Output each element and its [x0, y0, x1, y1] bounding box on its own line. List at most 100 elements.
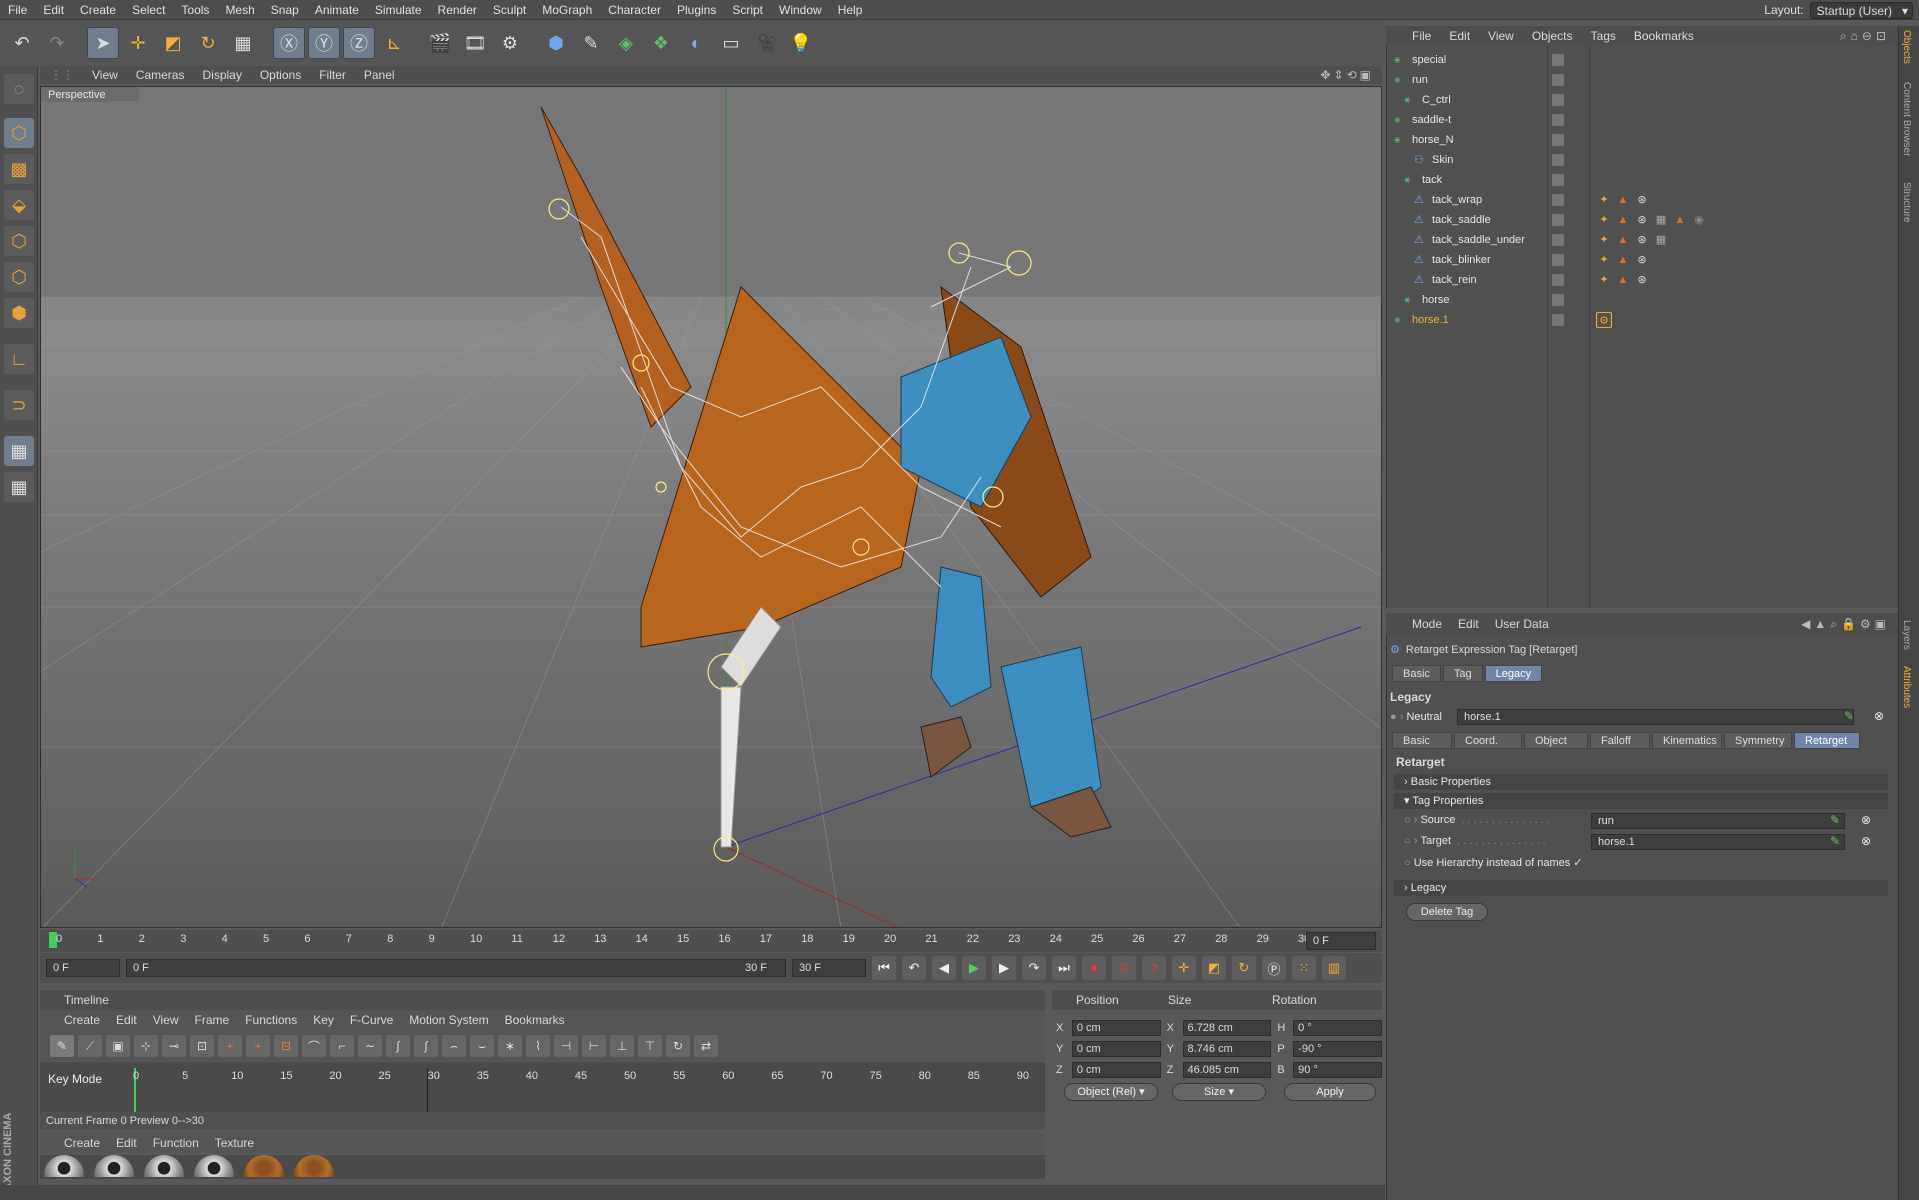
object-tag-icon[interactable]: ⊛	[1634, 212, 1650, 228]
rotate-icon[interactable]: ↻	[192, 27, 224, 59]
expand-triangle-icon[interactable]: ›	[1400, 711, 1404, 723]
live-selection-icon[interactable]: ▦	[227, 27, 259, 59]
step-icon[interactable]: ⌐	[330, 1035, 354, 1057]
layout-dropdown[interactable]: Startup (User) ▾	[1809, 1, 1913, 19]
auto-tangent-icon[interactable]: ∗	[498, 1035, 522, 1057]
object-tag-icon[interactable]: ⊛	[1634, 232, 1650, 248]
texture-mode-icon[interactable]: ▩	[4, 154, 34, 184]
add-track-icon[interactable]: +	[246, 1035, 270, 1057]
object-row[interactable]: ⚠ tack_saddle_under ✦ ▲ ⊛ ▦	[1386, 230, 1898, 250]
object-tag-icon[interactable]: ⊛	[1634, 192, 1650, 208]
workplane-icon[interactable]: ⬙	[4, 190, 34, 220]
frame-all-icon[interactable]: ⊡	[190, 1035, 214, 1057]
key-position-icon[interactable]: ✛	[1172, 956, 1196, 980]
obj-menu-tags[interactable]: Tags	[1591, 26, 1616, 46]
tab-symmetry[interactable]: Symmetry	[1724, 732, 1792, 749]
select-arrow-icon[interactable]: ➤	[87, 27, 119, 59]
visibility-toggle-icon[interactable]	[1552, 274, 1564, 286]
visibility-toggle-icon[interactable]	[1552, 74, 1564, 86]
object-row[interactable]: ⚠ tack_saddle ✦ ▲ ⊛ ▦ ▲ ◉	[1386, 210, 1898, 230]
model-mode-icon[interactable]: ⬡	[4, 118, 34, 148]
snap-magnet-icon[interactable]: ⊃	[4, 390, 34, 420]
viewport-menu-filter[interactable]: Filter	[319, 68, 346, 82]
object-row[interactable]: ⚹ horse.1 ⚙	[1386, 310, 1898, 330]
render-picture-viewer-icon[interactable]: 🎞	[459, 27, 491, 59]
rotation-b-field[interactable]: 90 °	[1293, 1061, 1383, 1078]
size-mode-dropdown[interactable]: Size ▾	[1172, 1083, 1266, 1101]
neutral-link-field[interactable]: horse.1	[1457, 709, 1854, 725]
end-frame-field[interactable]: 30 F	[792, 959, 866, 977]
object-tag-icon[interactable]: ✦	[1596, 192, 1612, 208]
visibility-toggle-icon[interactable]	[1552, 234, 1564, 246]
object-tag-icon[interactable]: ◉	[1691, 212, 1707, 228]
tab-tag[interactable]: Tag	[1442, 665, 1483, 682]
spline-pen-icon[interactable]: ✎	[575, 27, 607, 59]
object-row[interactable]: ⚠ tack_wrap ✦ ▲ ⊛	[1386, 190, 1898, 210]
prev-frame-icon[interactable]: ◀	[932, 956, 956, 980]
menu-window[interactable]: Window	[771, 0, 830, 20]
timeline-menu-motion-system[interactable]: Motion System	[409, 1010, 488, 1030]
material-menu-texture[interactable]: Texture	[215, 1133, 254, 1153]
ease-out-icon[interactable]: ∫	[414, 1035, 438, 1057]
locked-workplane-icon[interactable]: ▦	[4, 436, 34, 466]
size-x-field[interactable]: 6.728 cm	[1182, 1019, 1272, 1036]
object-row[interactable]: ⚹ horse	[1386, 290, 1898, 310]
timeline-ruler[interactable]: 0 5 10 15 20 25 30 35 40 45 50 55 60 65 70 75 80 85 90	[40, 1062, 1045, 1112]
tab-coord[interactable]: Coord.	[1454, 732, 1522, 749]
visibility-toggle-icon[interactable]	[1552, 194, 1564, 206]
attr-menu-user-data[interactable]: User Data	[1495, 613, 1549, 635]
material-swatch[interactable]	[44, 1155, 84, 1177]
position-x-field[interactable]: 0 cm	[1071, 1019, 1161, 1036]
goto-end-icon[interactable]: ⏭	[1052, 956, 1076, 980]
object-row[interactable]: ⚹ tack	[1386, 170, 1898, 190]
snap-key-icon[interactable]: ⊹	[134, 1035, 158, 1057]
material-swatch[interactable]	[294, 1155, 334, 1177]
offset-icon[interactable]: ⇄	[694, 1035, 718, 1057]
object-tag-icon[interactable]: ⊛	[1634, 252, 1650, 268]
keyframe-selection-icon[interactable]: ?	[1142, 956, 1166, 980]
menu-select[interactable]: Select	[124, 0, 173, 20]
target-pick-icon[interactable]: ⊗	[1874, 709, 1884, 723]
target-link-field[interactable]: horse.1	[1591, 834, 1845, 850]
object-row[interactable]: ⚹ C_ctrl	[1386, 90, 1898, 110]
menu-sculpt[interactable]: Sculpt	[485, 0, 534, 20]
object-row[interactable]: ⚹ run	[1386, 70, 1898, 90]
pick-icon[interactable]: ✎	[1844, 709, 1854, 723]
obj-menu-objects[interactable]: Objects	[1532, 26, 1573, 46]
side-tab-layers[interactable]: Layers	[1901, 620, 1912, 650]
expand-triangle-icon[interactable]: ›	[1414, 835, 1418, 847]
viewport-menu-options[interactable]: Options	[260, 68, 301, 82]
motion-mode-icon[interactable]: ▣	[106, 1035, 130, 1057]
visibility-toggle-icon[interactable]	[1552, 94, 1564, 106]
obj-menu-bookmarks[interactable]: Bookmarks	[1634, 26, 1694, 46]
keymode-icon[interactable]: ✎	[50, 1035, 74, 1057]
object-tag-icon[interactable]: ▲	[1672, 212, 1688, 228]
floor-icon[interactable]: ▭	[715, 27, 747, 59]
linear-icon[interactable]: ⌒	[302, 1035, 326, 1057]
link-icon[interactable]: ⊸	[162, 1035, 186, 1057]
redo-icon[interactable]: ↷	[41, 27, 73, 59]
object-tag-icon[interactable]: ✦	[1596, 212, 1612, 228]
size-z-field[interactable]: 46.085 cm	[1182, 1061, 1272, 1078]
obj-menu-view[interactable]: View	[1488, 26, 1514, 46]
source-target-icon[interactable]: ⊗	[1861, 813, 1871, 827]
radio-dot[interactable]: ○	[1404, 857, 1411, 869]
object-tag-icon[interactable]: ✦	[1596, 252, 1612, 268]
zero-length-icon[interactable]: ⊢	[582, 1035, 606, 1057]
autokey-icon[interactable]: ⏼	[1112, 956, 1136, 980]
points-mode-icon[interactable]: ⬡	[4, 226, 34, 256]
object-tag-icon[interactable]: ▲	[1615, 232, 1631, 248]
delete-tag-button[interactable]: Delete Tag	[1406, 903, 1488, 921]
side-tab-structure[interactable]: Structure	[1901, 182, 1912, 223]
light-icon[interactable]: 💡	[785, 27, 817, 59]
visibility-toggle-icon[interactable]	[1552, 294, 1564, 306]
camera-icon[interactable]: 🎥	[750, 27, 782, 59]
key-pla-icon[interactable]: ⁙	[1292, 956, 1316, 980]
rotation-h-field[interactable]: 0 °	[1293, 1019, 1383, 1036]
spline-icon[interactable]: ∼	[358, 1035, 382, 1057]
fcurve-mode-icon[interactable]: ⟋	[78, 1035, 102, 1057]
key-scale-icon[interactable]: ◩	[1202, 956, 1226, 980]
tab-basic-top[interactable]: Basic	[1392, 665, 1441, 682]
target-link-target-icon[interactable]: ⊗	[1861, 834, 1871, 848]
menu-animate[interactable]: Animate	[307, 0, 367, 20]
